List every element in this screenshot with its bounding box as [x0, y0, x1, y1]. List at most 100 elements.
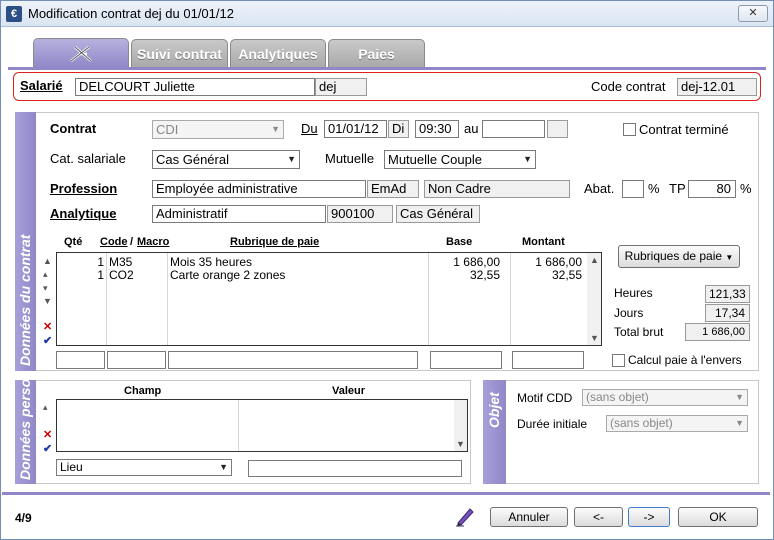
cat-salariale-label: Cat. salariale [50, 151, 126, 166]
profession-label[interactable]: Profession [50, 181, 117, 196]
row-rubrique: Carte orange 2 zones [170, 268, 286, 282]
col-rubrique[interactable]: Rubrique de paie [230, 236, 319, 248]
chevron-down-icon: ▼ [287, 154, 296, 164]
motif-cdd-label: Motif CDD [517, 391, 573, 405]
next-button[interactable]: -> [628, 507, 670, 527]
section-donnees-contrat-title: Données du contrat [17, 234, 33, 366]
row-montant: 32,55 [551, 268, 582, 282]
move-down-icon[interactable]: ▾ [43, 283, 48, 294]
previous-button[interactable]: <- [574, 507, 623, 527]
lieu-select[interactable]: Lieu ▼ [56, 459, 232, 476]
mutuelle-value: Mutuelle Couple [388, 152, 482, 167]
scroll-down-icon[interactable]: ▼ [456, 439, 465, 449]
mutuelle-select[interactable]: Mutuelle Couple ▼ [384, 150, 536, 169]
tp-field[interactable]: 80 [688, 180, 736, 198]
motif-cdd-select: (sans objet) ▼ [582, 389, 748, 406]
contrat-type-select: CDI ▼ [152, 120, 284, 139]
tab-paies[interactable]: Paies [328, 39, 425, 67]
row-code: M35 [109, 255, 133, 269]
close-button[interactable]: ✕ [738, 5, 768, 22]
row-code: CO2 [109, 268, 134, 282]
tab-suivi-contrat[interactable]: Suivi contrat [131, 39, 228, 67]
du-time-field[interactable]: 09:30 [415, 120, 459, 138]
new-qte-input[interactable] [56, 351, 105, 369]
section-objet-title: Objet [486, 392, 502, 428]
motif-cdd-value: (sans objet) [586, 390, 649, 404]
analytique-field[interactable]: Administratif [152, 205, 326, 223]
title-bar: € Modification contrat dej du 01/01/12 ✕ [1, 1, 773, 27]
new-code-input[interactable] [107, 351, 166, 369]
au-date-field[interactable] [482, 120, 545, 138]
profession-field[interactable]: Employée administrative [152, 180, 366, 198]
analytique-label[interactable]: Analytique [50, 206, 116, 221]
row-qte: 1 [97, 268, 104, 282]
jours-value: 17,34 [705, 304, 750, 322]
row-base: 32,55 [469, 268, 500, 282]
move-up-icon[interactable]: ▴ [43, 402, 48, 413]
code-contrat-field: dej-12.01 [677, 78, 757, 96]
app-icon: € [6, 6, 22, 22]
delete-icon[interactable]: ✕ [43, 428, 52, 441]
row-rubrique: Mois 35 heures [170, 255, 253, 269]
move-top-icon[interactable]: ▲ [43, 256, 52, 266]
new-base-input[interactable] [430, 351, 502, 369]
ok-button[interactable]: OK [678, 507, 758, 527]
abat-field[interactable] [622, 180, 644, 198]
cat-salariale-select[interactable]: Cas Général ▼ [152, 150, 300, 169]
row-montant: 1 686,00 [535, 255, 582, 269]
salarie-name-field[interactable]: DELCOURT Juliette [75, 78, 315, 96]
salarie-label[interactable]: Salarié [20, 78, 63, 93]
col-code[interactable]: Code [100, 236, 128, 248]
code-contrat-label: Code contrat [591, 79, 666, 94]
new-montant-input[interactable] [512, 351, 584, 369]
col-qte: Qté [64, 236, 83, 248]
validate-icon[interactable]: ✔ [43, 442, 52, 455]
scroll-down-icon[interactable]: ▼ [590, 333, 599, 343]
chevron-down-icon: ▼ [735, 392, 744, 402]
new-rubrique-input[interactable] [168, 351, 418, 369]
tab-analytiques[interactable]: Analytiques [230, 39, 326, 67]
rubriques-de-paie-button[interactable]: Rubriques de paie ▼ [618, 245, 740, 268]
pencil-icon[interactable] [454, 505, 476, 527]
contrat-label: Contrat [50, 121, 97, 136]
contrat-termine-label: Contrat terminé [639, 122, 729, 137]
perso-grid[interactable]: ▼ [56, 399, 468, 452]
grid-scrollbar[interactable]: ▲ ▼ [587, 253, 601, 345]
perso-scrollbar[interactable]: ▼ [454, 400, 467, 451]
tp-percent: % [740, 181, 752, 196]
du-date-field[interactable]: 01/01/12 [324, 120, 387, 138]
chevron-down-icon: ▼ [735, 418, 744, 428]
delete-icon[interactable]: ✕ [43, 320, 52, 333]
section-donnees-perso: Données perso. [15, 375, 36, 484]
calcul-envers-checkbox[interactable] [612, 354, 625, 367]
chevron-down-icon: ▼ [523, 154, 532, 164]
duree-initiale-select: (sans objet) ▼ [606, 415, 748, 432]
col-sep: / [130, 236, 134, 248]
tab-main[interactable] [33, 38, 129, 68]
scroll-up-icon[interactable]: ▲ [590, 255, 599, 265]
row-qte: 1 [97, 255, 104, 269]
total-brut-value: 1 686,00 [685, 323, 750, 341]
row-base: 1 686,00 [453, 255, 500, 269]
annuler-button[interactable]: Annuler [490, 507, 568, 527]
contrat-termine-checkbox[interactable] [623, 123, 636, 136]
duree-initiale-value: (sans objet) [610, 416, 673, 430]
rubriques-button-label: Rubriques de paie [624, 249, 723, 263]
contrat-type-value: CDI [156, 122, 179, 137]
du-label[interactable]: Du [301, 121, 318, 136]
jours-label: Jours [614, 306, 644, 320]
move-bottom-icon[interactable]: ▼ [43, 296, 52, 306]
lieu-text-field[interactable] [248, 460, 462, 477]
mutuelle-label: Mutuelle [325, 151, 375, 166]
heures-label: Heures [614, 286, 653, 300]
du-day-field: Di [388, 120, 409, 138]
col-macro[interactable]: Macro [137, 236, 169, 248]
col-valeur: Valeur [332, 385, 366, 397]
calcul-envers-label: Calcul paie à l'envers [628, 353, 742, 367]
window-title: Modification contrat dej du 01/01/12 [28, 6, 234, 21]
total-brut-label: Total brut [614, 325, 664, 339]
profession-status-field: Non Cadre [424, 180, 570, 198]
move-up-icon[interactable]: ▴ [43, 269, 48, 280]
validate-icon[interactable]: ✔ [43, 334, 52, 347]
chevron-down-icon: ▼ [219, 462, 228, 472]
